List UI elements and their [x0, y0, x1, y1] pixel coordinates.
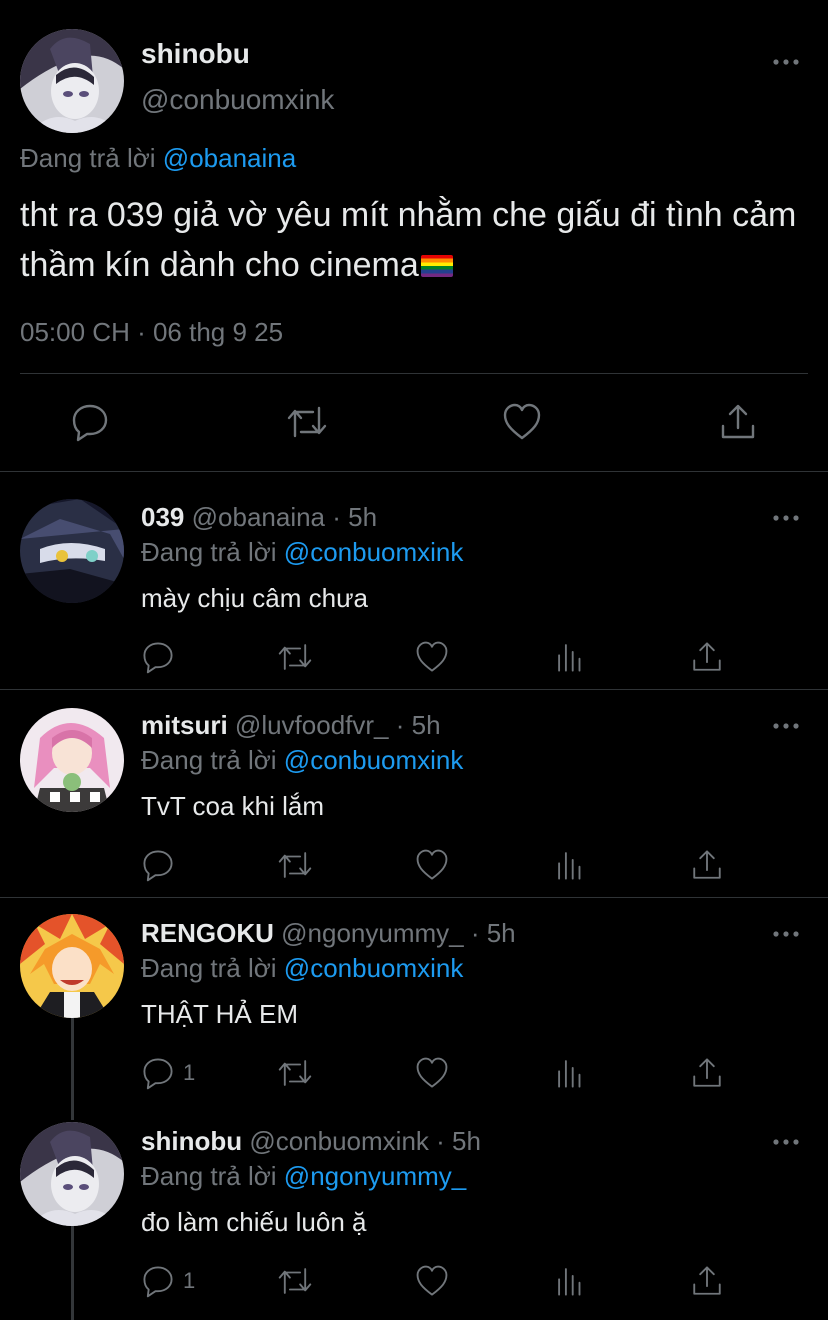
author-name[interactable]: shinobu [141, 38, 250, 70]
analytics-icon[interactable] [554, 1056, 588, 1090]
replying-to-link[interactable]: @conbuomxink [284, 745, 464, 775]
reply-header: mitsuri @luvfoodfvr_ · 5h [141, 710, 441, 741]
reply-count: 1 [183, 1060, 196, 1085]
reply-text: THẬT HẢ EM [141, 999, 298, 1029]
replying-to: Đang trả lời @ngonyummy_ [141, 1161, 466, 1192]
retweet-icon[interactable] [276, 640, 314, 674]
reply-tweet[interactable]: 039 @obanaina · 5h Đang trả lời @conbuom… [0, 472, 828, 690]
like-icon[interactable] [502, 402, 542, 442]
analytics-icon[interactable] [554, 848, 588, 882]
reply-text: mày chịu câm chưa [141, 583, 368, 613]
like-icon[interactable] [415, 848, 449, 882]
avatar-shinobu[interactable] [20, 29, 124, 133]
replying-prefix: Đang trả lời [141, 1161, 277, 1191]
avatar-shinobu[interactable] [20, 1122, 124, 1226]
analytics-icon[interactable] [554, 1264, 588, 1298]
tweet-text: tht ra 039 giả vờ yêu mít nhằm che giấu … [20, 190, 820, 290]
main-tweet: shinobu @conbuomxink Đang trả lời @obana… [0, 0, 828, 472]
reply-icon[interactable] [141, 848, 183, 882]
analytics-icon[interactable] [554, 640, 588, 674]
replying-to: Đang trả lời @obanaina [20, 143, 296, 174]
share-icon[interactable] [690, 1264, 724, 1298]
replying-prefix: Đang trả lời [141, 537, 277, 567]
reply-header: shinobu @conbuomxink · 5h [141, 1126, 481, 1157]
share-icon[interactable] [690, 640, 724, 674]
share-icon[interactable] [718, 402, 758, 442]
replying-prefix: Đang trả lời [141, 745, 277, 775]
avatar-mitsuri[interactable] [20, 708, 124, 812]
share-icon[interactable] [690, 1056, 724, 1090]
reply-author-handle[interactable]: @ngonyummy_ · 5h [281, 918, 516, 948]
more-options-icon[interactable] [772, 1132, 800, 1152]
replying-prefix: Đang trả lời [20, 143, 156, 173]
share-icon[interactable] [690, 848, 724, 882]
reply-author-handle[interactable]: @conbuomxink · 5h [249, 1126, 481, 1156]
divider [20, 373, 808, 374]
replying-to-link[interactable]: @conbuomxink [284, 537, 464, 567]
reply-icon[interactable] [141, 640, 183, 674]
reply-header: RENGOKU @ngonyummy_ · 5h [141, 918, 516, 949]
retweet-icon[interactable] [276, 1056, 314, 1090]
more-options-icon[interactable] [772, 924, 800, 944]
replying-to-link[interactable]: @obanaina [163, 143, 296, 173]
replying-to-link[interactable]: @conbuomxink [284, 953, 464, 983]
reply-text: TvT coa khi lắm [141, 791, 325, 821]
replying-prefix: Đang trả lời [141, 953, 277, 983]
reply-author-name[interactable]: mitsuri [141, 710, 228, 740]
reply-header: 039 @obanaina · 5h [141, 502, 377, 533]
reply-icon[interactable]: 1 [141, 1264, 195, 1298]
reply-author-name[interactable]: 039 [141, 502, 184, 532]
replying-to: Đang trả lời @conbuomxink [141, 953, 463, 984]
replying-to: Đang trả lời @conbuomxink [141, 537, 463, 568]
replying-to-link[interactable]: @ngonyummy_ [284, 1161, 466, 1191]
rainbow-flag-icon [420, 255, 453, 277]
reply-tweet[interactable]: mitsuri @luvfoodfvr_ · 5h Đang trả lời @… [0, 690, 828, 898]
replying-to: Đang trả lời @conbuomxink [141, 745, 463, 776]
reply-author-handle[interactable]: @obanaina · 5h [192, 502, 377, 532]
reply-icon[interactable] [70, 402, 110, 442]
retweet-icon[interactable] [276, 848, 314, 882]
more-options-icon[interactable] [772, 52, 800, 72]
tweet-timestamp[interactable]: 05:00 CH · 06 thg 9 25 [20, 317, 283, 348]
tweet-text-body: tht ra 039 giả vờ yêu mít nhằm che giấu … [20, 196, 797, 284]
avatar-rengoku[interactable] [20, 914, 124, 1018]
more-options-icon[interactable] [772, 716, 800, 736]
reply-tweet[interactable]: shinobu @conbuomxink · 5h Đang trả lời @… [0, 1106, 828, 1320]
reply-author-name[interactable]: shinobu [141, 1126, 242, 1156]
author-handle[interactable]: @conbuomxink [141, 84, 334, 116]
reply-tweet[interactable]: RENGOKU @ngonyummy_ · 5h Đang trả lời @c… [0, 898, 828, 1106]
more-options-icon[interactable] [772, 508, 800, 528]
reply-author-handle[interactable]: @luvfoodfvr_ · 5h [235, 710, 441, 740]
avatar-039[interactable] [20, 499, 124, 603]
like-icon[interactable] [415, 640, 449, 674]
reply-icon[interactable]: 1 [141, 1056, 195, 1090]
like-icon[interactable] [415, 1264, 449, 1298]
like-icon[interactable] [415, 1056, 449, 1090]
retweet-icon[interactable] [276, 1264, 314, 1298]
reply-count: 1 [183, 1268, 196, 1293]
retweet-icon[interactable] [285, 402, 329, 442]
reply-author-name[interactable]: RENGOKU [141, 918, 274, 948]
reply-text: đo làm chiếu luôn ặ [141, 1207, 367, 1237]
